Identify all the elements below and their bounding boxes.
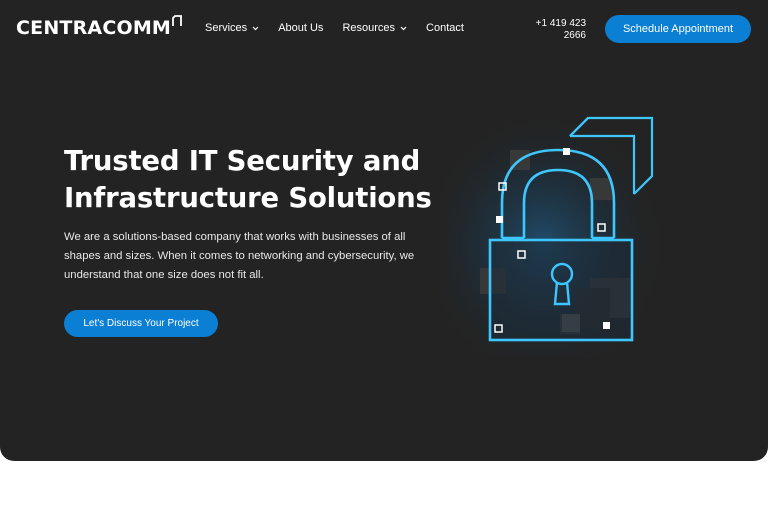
discuss-project-button[interactable]: Let's Discuss Your Project [64, 310, 218, 337]
chevron-down-icon [252, 26, 259, 31]
schedule-appointment-button[interactable]: Schedule Appointment [605, 15, 751, 43]
nav-item-contact[interactable]: Contact [426, 20, 464, 36]
nav-item-services[interactable]: Services [205, 20, 259, 36]
hero-section: CENTRACOMM Services About Us Resources C… [0, 0, 768, 461]
nav-item-resources[interactable]: Resources [342, 20, 407, 36]
nav-item-label: Contact [426, 22, 464, 34]
logo-text: CENTRACOMM [16, 17, 172, 39]
nav-item-about-us[interactable]: About Us [278, 20, 323, 36]
padlock-icon [440, 108, 670, 358]
nav-item-label: Resources [342, 22, 396, 34]
padlock-illustration [440, 108, 670, 358]
hero-title-line-1: Trusted IT Security and [64, 145, 421, 177]
hero-title: Trusted IT Security and Infrastructure S… [64, 143, 444, 217]
main-nav: Services About Us Resources Contact [205, 20, 483, 36]
logo-mark-icon [172, 15, 182, 26]
chevron-down-icon [400, 26, 407, 31]
nav-item-label: Services [205, 22, 248, 34]
hero-title-line-2: Infrastructure Solutions [64, 182, 432, 214]
hero-description: We are a solutions-based company that wo… [64, 231, 415, 281]
phone-link[interactable]: +1 419 423 2666 [532, 18, 586, 42]
brand-logo[interactable]: CENTRACOMM [16, 14, 182, 40]
nav-item-label: About Us [278, 22, 324, 34]
